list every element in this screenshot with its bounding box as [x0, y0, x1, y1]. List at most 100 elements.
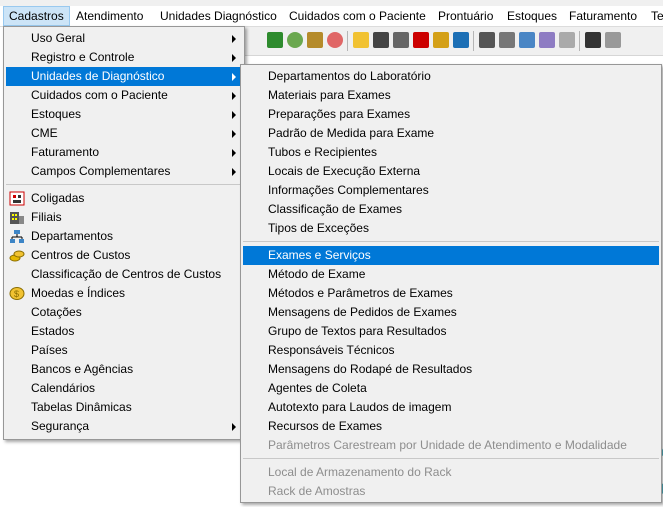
- submenu-arrow-icon: [232, 92, 236, 100]
- submenu-item-mensagens-pedidos[interactable]: Mensagens de Pedidos de Exames: [243, 303, 659, 322]
- submenu-item-label: Mensagens do Rodapé de Resultados: [268, 362, 473, 376]
- coin-icon: $: [9, 287, 25, 300]
- menu-item-estados[interactable]: Estados: [6, 322, 242, 341]
- menu-item-bancos-agencias[interactable]: Bancos e Agências: [6, 360, 242, 379]
- coins-icon: [9, 250, 25, 262]
- chart-icon[interactable]: [453, 32, 469, 48]
- submenu-arrow-icon: [232, 423, 236, 431]
- submenu-item-rack-amostras[interactable]: Rack de Amostras: [243, 482, 659, 501]
- menu-item-label: Calendários: [31, 381, 96, 395]
- submenu-item-label: Grupo de Textos para Resultados: [268, 324, 447, 338]
- window-icon[interactable]: [585, 32, 601, 48]
- submenu-item-label: Recursos de Exames: [268, 419, 383, 433]
- submenu-item-preparacoes-exames[interactable]: Preparações para Exames: [243, 105, 659, 124]
- menu-item-filiais[interactable]: Filiais: [6, 208, 242, 227]
- menu-atendimento[interactable]: Atendimento: [71, 6, 148, 26]
- menu-item-cme[interactable]: CME: [6, 124, 242, 143]
- submenu-item-tipos-excecoes[interactable]: Tipos de Exceções: [243, 219, 659, 238]
- submenu-item-label: Agentes de Coleta: [268, 381, 367, 395]
- submenu-item-local-armazenamento-rack[interactable]: Local de Armazenamento do Rack: [243, 463, 659, 482]
- submenu-item-label: Mensagens de Pedidos de Exames: [268, 305, 457, 319]
- menu-item-label: Bancos e Agências: [31, 362, 134, 376]
- user-config-icon[interactable]: [479, 32, 495, 48]
- menu-item-registro-controle[interactable]: Registro e Controle: [6, 48, 242, 67]
- timer-icon[interactable]: [327, 32, 343, 48]
- menu-item-classificacao-centros-custos[interactable]: Classificação de Centros de Custos: [6, 265, 242, 284]
- submenu-item-metodo-exame[interactable]: Método de Exame: [243, 265, 659, 284]
- menu-prontuario[interactable]: Prontuário: [433, 6, 498, 26]
- submenu-arrow-icon: [232, 130, 236, 138]
- menu-item-uso-geral[interactable]: Uso Geral: [6, 29, 242, 48]
- menu-item-label: Estados: [31, 324, 75, 338]
- lock-icon[interactable]: [373, 32, 389, 48]
- list-icon[interactable]: [499, 32, 515, 48]
- submenu-item-agentes-coleta[interactable]: Agentes de Coleta: [243, 379, 659, 398]
- menu-item-coligadas[interactable]: Coligadas: [6, 189, 242, 208]
- folder-icon[interactable]: [353, 32, 369, 48]
- menu-item-faturamento[interactable]: Faturamento: [6, 143, 242, 162]
- menu-unidades-diagnostico[interactable]: Unidades Diagnóstico: [155, 6, 282, 26]
- toolbar-separator: [347, 31, 348, 51]
- report-icon[interactable]: [519, 32, 535, 48]
- menu-te[interactable]: Te: [646, 6, 663, 26]
- submenu-item-departamentos-laboratorio[interactable]: Departamentos do Laboratório: [243, 67, 659, 86]
- submenu-item-parametros-carestream[interactable]: Parâmetros Carestream por Unidade de Ate…: [243, 436, 659, 455]
- menu-estoques[interactable]: Estoques: [502, 6, 562, 26]
- menu-item-cuidados-paciente[interactable]: Cuidados com o Paciente: [6, 86, 242, 105]
- submenu-item-metodos-parametros[interactable]: Métodos e Parâmetros de Exames: [243, 284, 659, 303]
- submenu-item-grupo-textos[interactable]: Grupo de Textos para Resultados: [243, 322, 659, 341]
- menu-faturamento[interactable]: Faturamento: [564, 6, 642, 26]
- submenu-item-materiais-exames[interactable]: Materiais para Exames: [243, 86, 659, 105]
- submenu-item-label: Parâmetros Carestream por Unidade de Ate…: [268, 438, 627, 452]
- menu-item-campos-complementares[interactable]: Campos Complementares: [6, 162, 242, 181]
- submenu-item-label: Padrão de Medida para Exame: [268, 126, 435, 140]
- tile-icon[interactable]: [605, 32, 621, 48]
- menu-item-seguranca[interactable]: Segurança: [6, 417, 242, 436]
- submenu-item-classificacao-exames[interactable]: Classificação de Exames: [243, 200, 659, 219]
- submenu-item-tubos-recipientes[interactable]: Tubos e Recipientes: [243, 143, 659, 162]
- toolbar-separator: [473, 31, 474, 51]
- submenu-item-label: Método de Exame: [268, 267, 366, 281]
- submenu-item-padrao-medida[interactable]: Padrão de Medida para Exame: [243, 124, 659, 143]
- printer-icon[interactable]: [393, 32, 409, 48]
- document-icon[interactable]: [413, 32, 429, 48]
- menu-item-label: Faturamento: [31, 145, 100, 159]
- submenu-item-label: Classificação de Exames: [268, 202, 403, 216]
- menu-item-label: Países: [31, 343, 68, 357]
- menu-item-centros-custos[interactable]: Centros de Custos: [6, 246, 242, 265]
- submenu-item-responsaveis-tecnicos[interactable]: Responsáveis Técnicos: [243, 341, 659, 360]
- copy-icon[interactable]: [559, 32, 575, 48]
- diagnostico-submenu: Departamentos do Laboratório Materiais p…: [240, 64, 662, 503]
- menu-item-tabelas-dinamicas[interactable]: Tabelas Dinâmicas: [6, 398, 242, 417]
- submenu-item-mensagens-rodape[interactable]: Mensagens do Rodapé de Resultados: [243, 360, 659, 379]
- edit-doc-icon[interactable]: [433, 32, 449, 48]
- menu-item-unidades-diagnostico[interactable]: Unidades de Diagnóstico: [6, 67, 242, 86]
- menu-item-cotacoes[interactable]: Cotações: [6, 303, 242, 322]
- toolbar: [243, 27, 663, 56]
- submenu-item-autotexto-laudos[interactable]: Autotexto para Laudos de imagem: [243, 398, 659, 417]
- menu-item-estoques[interactable]: Estoques: [6, 105, 242, 124]
- tools-icon[interactable]: [307, 32, 323, 48]
- submenu-arrow-icon: [232, 149, 236, 157]
- submenu-item-exames-servicos[interactable]: Exames e Serviços: [243, 246, 659, 265]
- settings-icon[interactable]: [539, 32, 555, 48]
- menu-item-departamentos[interactable]: Departamentos: [6, 227, 242, 246]
- menu-cadastros[interactable]: Cadastros: [3, 6, 70, 26]
- menu-separator: [243, 458, 659, 459]
- submenu-item-label: Materiais para Exames: [268, 88, 391, 102]
- submenu-item-recursos-exames[interactable]: Recursos de Exames: [243, 417, 659, 436]
- submenu-item-locais-execucao-externa[interactable]: Locais de Execução Externa: [243, 162, 659, 181]
- building-icon: [10, 212, 24, 224]
- submenu-item-label: Responsáveis Técnicos: [268, 343, 395, 357]
- submenu-item-informacoes-complementares[interactable]: Informações Complementares: [243, 181, 659, 200]
- menu-item-calendarios[interactable]: Calendários: [6, 379, 242, 398]
- tree-icon[interactable]: [267, 32, 283, 48]
- submenu-arrow-icon: [232, 73, 236, 81]
- menu-item-moedas-indices[interactable]: $ Moedas e Índices: [6, 284, 242, 303]
- submenu-arrow-icon: [232, 168, 236, 176]
- menu-cuidados-paciente[interactable]: Cuidados com o Paciente: [284, 6, 431, 26]
- submenu-item-label: Autotexto para Laudos de imagem: [268, 400, 452, 414]
- people-icon[interactable]: [287, 32, 303, 48]
- menu-item-paises[interactable]: Países: [6, 341, 242, 360]
- svg-text:$: $: [14, 289, 19, 299]
